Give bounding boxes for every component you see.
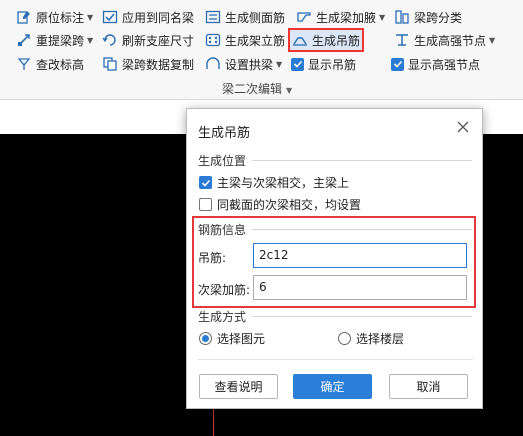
- dialog-title: 生成吊筋: [198, 126, 251, 141]
- chevron-down-icon: ▼: [489, 35, 496, 45]
- ribbon-group-label[interactable]: 梁二次编辑 ▼: [222, 80, 292, 97]
- secondary-label: 次梁加筋:: [198, 281, 250, 298]
- generate-hanger-bar-dialog: 生成吊筋 生成位置 主梁与次梁相交，主梁上 同截面的次梁相交，均设置 钢筋信息 …: [186, 108, 483, 409]
- show-high-strength-node-label: 显示高强节点: [408, 57, 481, 72]
- span-classify-button[interactable]: 梁跨分类: [394, 7, 462, 27]
- copy-span-data-label: 梁跨数据复制: [122, 57, 195, 72]
- radio-select-element[interactable]: 选择图元: [199, 330, 265, 347]
- hanger-label: 吊筋:: [198, 249, 226, 266]
- main-secondary-label: 主梁与次梁相交，主梁上: [217, 176, 350, 190]
- chevron-down-icon: ▼: [87, 12, 94, 22]
- show-high-strength-node-checkbox[interactable]: 显示高强节点: [391, 54, 480, 74]
- same-section-label: 同截面的次梁相交，均设置: [217, 198, 362, 212]
- original-annotation-button[interactable]: 原位标注 ▼: [16, 7, 93, 27]
- span-class-icon: [394, 9, 410, 25]
- chevron-down-icon: ▼: [87, 35, 94, 45]
- method-section-title: 生成方式: [198, 310, 247, 324]
- check-elevation-label: 查改标高: [36, 57, 85, 72]
- checkbox-checked-icon: [199, 176, 212, 189]
- hanger-label-text: 吊筋:: [198, 251, 227, 265]
- chevron-down-icon: ▼: [379, 12, 386, 22]
- haunch-icon: [296, 9, 312, 25]
- main-secondary-checkbox[interactable]: 主梁与次梁相交，主梁上: [199, 174, 349, 191]
- same-section-checkbox[interactable]: 同截面的次梁相交，均设置: [199, 196, 361, 213]
- checkbox-checked-icon: [391, 57, 404, 71]
- generate-high-strength-node-label: 生成高强节点: [414, 33, 487, 48]
- secondary-label-text: 次梁加筋:: [198, 283, 251, 297]
- rebar-section-title: 钢筋信息: [198, 223, 247, 237]
- show-hanger-bar-label: 显示吊筋: [308, 57, 357, 72]
- chevron-down-icon: ▼: [276, 59, 283, 69]
- set-arch-beam-button[interactable]: 设置拱梁 ▼: [205, 54, 282, 74]
- generate-side-bar-label: 生成侧面筋: [225, 10, 286, 25]
- generate-hanger-bar-label: 生成吊筋: [312, 33, 361, 48]
- re-extract-span-button[interactable]: 重提梁跨 ▼: [16, 30, 93, 50]
- radio-select-floor-label: 选择楼层: [356, 332, 405, 346]
- refresh-support-icon: [102, 32, 118, 48]
- generate-haunch-label: 生成梁加腋: [316, 10, 377, 25]
- hanger-input[interactable]: 2c12: [253, 243, 467, 268]
- cancel-button[interactable]: 取消: [389, 374, 468, 399]
- radio-select-element-label: 选择图元: [217, 332, 266, 346]
- arch-beam-icon: [205, 56, 221, 72]
- ok-button[interactable]: 确定: [293, 374, 372, 399]
- high-strength-icon: [394, 32, 410, 48]
- close-icon[interactable]: [456, 120, 470, 134]
- chevron-down-icon: ▼: [286, 86, 293, 95]
- side-bar-icon: [205, 9, 221, 25]
- set-arch-beam-label: 设置拱梁: [225, 57, 274, 72]
- group-label-text: 梁二次编辑: [222, 82, 283, 96]
- copy-span-icon: [102, 56, 118, 72]
- generate-hanger-bar-button[interactable]: 生成吊筋: [287, 28, 365, 52]
- elevation-icon: [16, 56, 32, 72]
- help-button[interactable]: 查看说明: [199, 374, 278, 399]
- refresh-support-size-button[interactable]: 刷新支座尺寸: [102, 30, 194, 50]
- hanger-bar-icon: [292, 32, 308, 48]
- original-annotation-label: 原位标注: [36, 10, 85, 25]
- generate-erection-bar-button[interactable]: 生成架立筋: [205, 30, 285, 50]
- apply-same-icon: [102, 9, 118, 25]
- apply-same-name-beam-button[interactable]: 应用到同名梁: [102, 7, 194, 27]
- section-divider: [252, 229, 473, 230]
- radio-select-floor[interactable]: 选择楼层: [338, 330, 404, 347]
- method-section-header: 生成方式: [198, 308, 473, 325]
- generate-erection-bar-label: 生成架立筋: [225, 33, 286, 48]
- ribbon-toolbar: 原位标注 ▼ 应用到同名梁 生成侧面筋 生成梁加腋 ▼ 梁跨分类 重提梁跨 ▼ 刷新支…: [0, 0, 523, 100]
- checkbox-checked-icon: [291, 57, 304, 71]
- footer-divider: [197, 359, 473, 360]
- refresh-support-size-label: 刷新支座尺寸: [122, 33, 195, 48]
- re-extract-span-label: 重提梁跨: [36, 33, 85, 48]
- position-section-title: 生成位置: [198, 154, 247, 168]
- check-elevation-button[interactable]: 查改标高: [16, 54, 84, 74]
- re-extract-icon: [16, 32, 32, 48]
- secondary-input[interactable]: 6: [253, 275, 467, 300]
- copy-span-data-button[interactable]: 梁跨数据复制: [102, 54, 194, 74]
- generate-haunch-button[interactable]: 生成梁加腋 ▼: [296, 7, 385, 27]
- generate-side-bar-button[interactable]: 生成侧面筋: [205, 7, 285, 27]
- show-hanger-bar-checkbox[interactable]: 显示吊筋: [291, 54, 356, 74]
- radio-selected-icon: [199, 332, 212, 345]
- apply-same-name-beam-label: 应用到同名梁: [122, 10, 195, 25]
- rebar-section-header: 钢筋信息: [198, 221, 473, 238]
- canvas-axis-line: [213, 405, 214, 436]
- radio-unselected-icon: [338, 332, 351, 345]
- erection-bar-icon: [205, 32, 221, 48]
- position-section-header: 生成位置: [198, 152, 473, 169]
- span-classify-label: 梁跨分类: [414, 10, 463, 25]
- annotation-icon: [16, 9, 32, 25]
- section-divider: [252, 160, 473, 161]
- section-divider: [252, 316, 473, 317]
- generate-high-strength-node-button[interactable]: 生成高强节点 ▼: [394, 30, 495, 50]
- checkbox-unchecked-icon: [199, 198, 212, 211]
